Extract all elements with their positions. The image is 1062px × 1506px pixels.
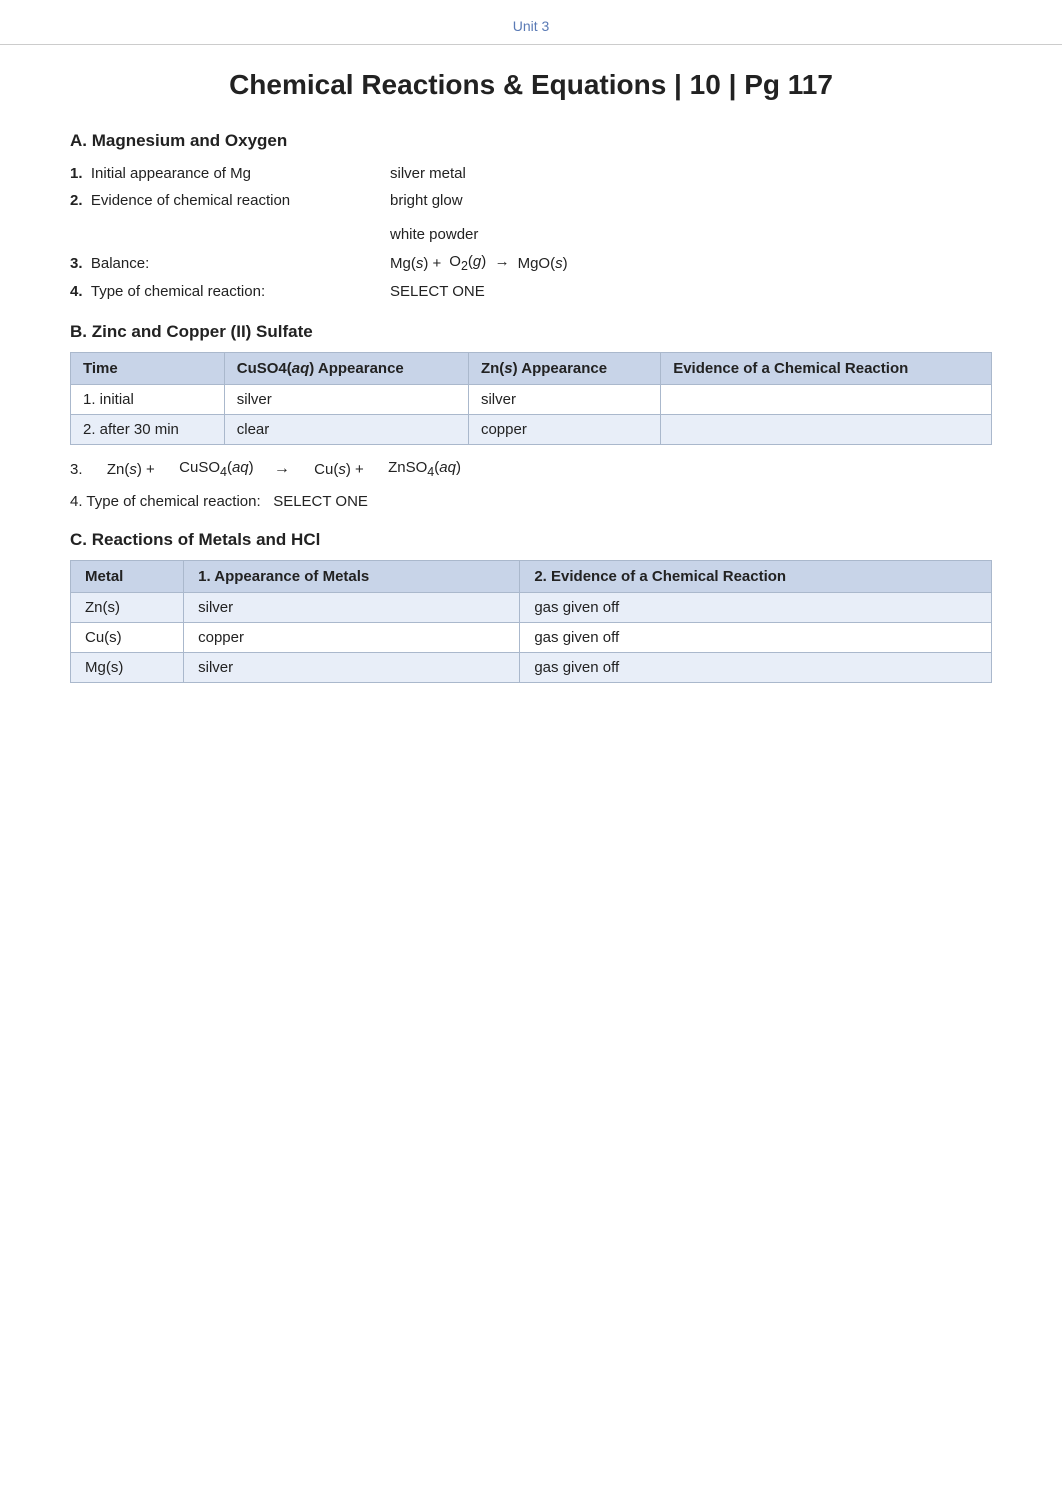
table-c-header-evidence: 2. Evidence of a Chemical Reaction — [520, 561, 992, 593]
section-b-type-label: 4. Type of chemical reaction: — [70, 493, 261, 510]
section-a-row-4-text: Type of chemical reaction: — [91, 283, 265, 300]
section-a-row-4-value[interactable]: SELECT ONE — [390, 283, 485, 300]
section-b-title: B. Zinc and Copper (II) Sulfate — [70, 322, 992, 342]
section-c-title: C. Reactions of Metals and HCl — [70, 530, 992, 550]
section-a-row-3-label: 3. Balance: — [70, 255, 390, 272]
table-c-row-1-appearance: silver — [184, 593, 520, 623]
section-b-eq-arrow: → — [274, 460, 290, 478]
table-c-row-2-metal: Cu(s) — [71, 623, 184, 653]
content-area: A. Magnesium and Oxygen 1. Initial appea… — [0, 131, 1062, 683]
table-c-header-appearance: 1. Appearance of Metals — [184, 561, 520, 593]
section-a-row-2-number: 2. — [70, 192, 83, 209]
table-b-row-1-time: 1. initial — [71, 385, 225, 415]
page-title: Chemical Reactions & Equations | 10 | Pg… — [0, 69, 1062, 101]
section-a-row-2-values: bright glow white powder — [390, 192, 478, 243]
table-c-row-1-evidence: gas given off — [520, 593, 992, 623]
section-a-row-4-label: 4. Type of chemical reaction: — [70, 283, 390, 300]
section-a-row-2: 2. Evidence of chemical reaction bright … — [70, 192, 992, 243]
equation-right: MgO(s) — [518, 255, 568, 272]
section-b-type-value[interactable]: SELECT ONE — [273, 493, 368, 510]
section-a-row-3-text: Balance: — [91, 255, 149, 272]
table-c-row-3-appearance: silver — [184, 653, 520, 683]
table-b-header-zn: Zn(s) Appearance — [468, 353, 660, 385]
table-b-header-cuso4: CuSO4(aq) Appearance — [224, 353, 468, 385]
table-b-row-1-zn: silver — [468, 385, 660, 415]
table-b-header-time: Time — [71, 353, 225, 385]
equation-left: Mg(s) + — [390, 255, 441, 272]
section-a-row-1-number: 1. — [70, 165, 83, 182]
table-c-row-1: Zn(s) silver gas given off — [71, 593, 992, 623]
table-c-row-3-evidence: gas given off — [520, 653, 992, 683]
section-a-row-1-text: Initial appearance of Mg — [91, 165, 251, 182]
section-a-row-4-number: 4. — [70, 283, 83, 300]
section-a-row-3-number: 3. — [70, 255, 83, 272]
section-c-table: Metal 1. Appearance of Metals 2. Evidenc… — [70, 560, 992, 683]
table-c-row-2-appearance: copper — [184, 623, 520, 653]
table-b-row-2-time: 2. after 30 min — [71, 415, 225, 445]
section-a-row-3: 3. Balance: Mg(s) + O2(g) → MgO(s) — [70, 253, 992, 273]
table-b-row-1-cuso4: silver — [224, 385, 468, 415]
section-a-row-2-value-2: white powder — [390, 226, 478, 243]
table-c-row-3: Mg(s) silver gas given off — [71, 653, 992, 683]
table-c-row-1-metal: Zn(s) — [71, 593, 184, 623]
table-c-row-3-metal: Mg(s) — [71, 653, 184, 683]
section-a-row-2-text: Evidence of chemical reaction — [91, 192, 290, 209]
section-b-equation-row: 3. Zn(s) + CuSO4(aq) → Cu(s) + ZnSO4(aq) — [70, 459, 992, 479]
table-c-header-metal: Metal — [71, 561, 184, 593]
section-a-row-2-label: 2. Evidence of chemical reaction — [70, 192, 390, 209]
table-b-row-1-evidence — [661, 385, 992, 415]
section-b-eq-right2: ZnSO4(aq) — [388, 459, 461, 479]
table-b-row-2-evidence — [661, 415, 992, 445]
section-b-type-reaction: 4. Type of chemical reaction: SELECT ONE — [70, 493, 992, 510]
table-b-row-2: 2. after 30 min clear copper — [71, 415, 992, 445]
section-b-eq-left1: Zn(s) + — [107, 461, 155, 478]
equation-middle: O2(g) → — [449, 253, 509, 273]
section-b-eq-left2: CuSO4(aq) — [179, 459, 254, 479]
section-a-title: A. Magnesium and Oxygen — [70, 131, 992, 151]
table-b-row-2-cuso4: clear — [224, 415, 468, 445]
section-b-table: Time CuSO4(aq) Appearance Zn(s) Appearan… — [70, 352, 992, 445]
unit-header: Unit 3 — [0, 0, 1062, 45]
section-b-eq-right1: Cu(s) + — [314, 461, 364, 478]
table-c-row-2: Cu(s) copper gas given off — [71, 623, 992, 653]
unit-label: Unit 3 — [513, 18, 550, 34]
table-b-row-2-zn: copper — [468, 415, 660, 445]
section-a-row-1: 1. Initial appearance of Mg silver metal — [70, 165, 992, 182]
section-a-row-3-equation: Mg(s) + O2(g) → MgO(s) — [390, 253, 568, 273]
table-c-row-2-evidence: gas given off — [520, 623, 992, 653]
table-b-row-1: 1. initial silver silver — [71, 385, 992, 415]
section-a-row-1-value: silver metal — [390, 165, 466, 182]
section-b-eq-num: 3. — [70, 461, 83, 478]
table-b-header-evidence: Evidence of a Chemical Reaction — [661, 353, 992, 385]
section-a-row-1-label: 1. Initial appearance of Mg — [70, 165, 390, 182]
section-a-row-4: 4. Type of chemical reaction: SELECT ONE — [70, 283, 992, 300]
section-a-row-2-value-1: bright glow — [390, 192, 478, 209]
